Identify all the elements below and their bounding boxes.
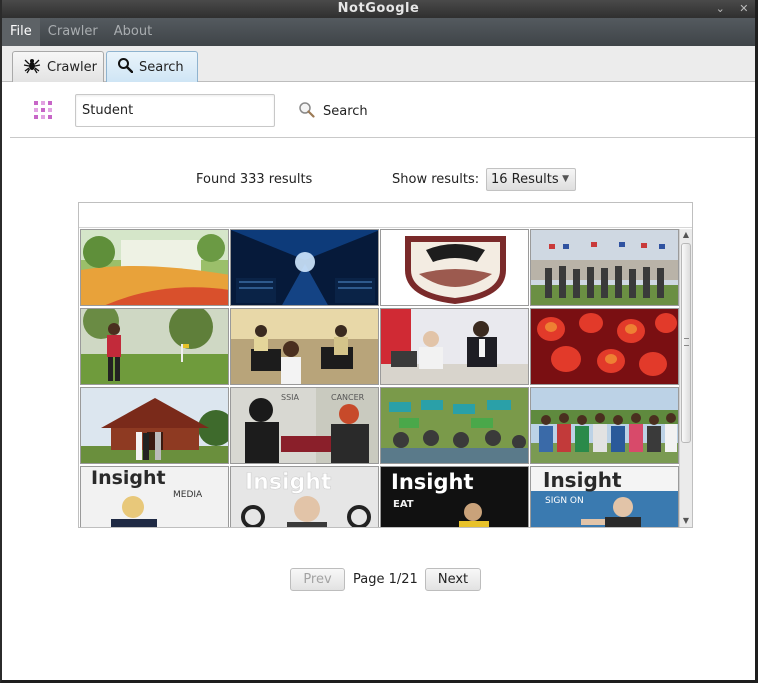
result-image-crowd-signs[interactable] [380,387,529,464]
scroll-down-icon[interactable]: ▼ [680,515,692,527]
result-image-men-laptop[interactable] [380,308,529,385]
window-title: NotGoogle [337,1,420,16]
tab-crawler-label: Crawler [47,59,97,75]
result-image-two-women-magazine[interactable]: SSIA CANCER [230,387,379,464]
result-image-crest-shield[interactable] [380,229,529,306]
chevron-down-icon: ▼ [562,174,569,184]
spider-icon [23,56,41,78]
tab-search-label: Search [139,59,184,75]
results-count: Found 333 results [196,172,313,187]
thumb-grip-icon [684,338,689,346]
insight-media-title: Insight [91,467,166,489]
show-results-label: Show results: [392,172,480,187]
insight-eat-title: Insight [391,470,473,494]
menu-bar: File Crawler About [2,18,755,46]
close-icon[interactable]: ✕ [739,0,749,18]
gallery-header [79,203,692,228]
menu-about[interactable]: About [106,18,160,46]
image-grid: SSIA CANCER Insight MEDIA Insight Insigh… [80,229,680,527]
search-button[interactable]: Search [298,100,368,122]
result-image-campus-lawn[interactable] [80,229,229,306]
app-window: NotGoogle ⌄ ✕ File Crawler About Crawler… [0,0,758,683]
result-image-woman-lawn[interactable] [80,308,229,385]
result-image-insight-media[interactable]: Insight MEDIA [80,466,229,527]
results-per-page-value: 16 Results [491,172,559,187]
search-button-label: Search [323,103,368,119]
result-image-insight-eat[interactable]: Insight EAT [380,466,529,527]
window-controls: ⌄ ✕ [716,0,749,18]
scroll-up-icon[interactable]: ▲ [680,229,692,241]
tab-crawler[interactable]: Crawler [12,51,104,82]
apps-grid-icon [34,101,52,119]
result-image-group-flags[interactable] [530,229,679,306]
search-icon [298,101,315,122]
title-bar: NotGoogle ⌄ ✕ [2,0,755,18]
result-image-insight-headphones[interactable]: Insight [230,466,379,527]
prev-button[interactable]: Prev [290,568,345,591]
result-image-group-outdoors[interactable] [530,387,679,464]
svg-text:SSIA: SSIA [281,393,300,402]
result-image-red-lanterns[interactable] [530,308,679,385]
insight-signon-subtitle: SIGN ON [545,496,584,506]
tab-strip: Crawler Search [2,46,755,82]
next-button[interactable]: Next [425,568,481,591]
page-indicator: Page 1/21 [353,572,418,587]
results-per-page-select[interactable]: 16 Results ▼ [486,168,576,191]
search-bar: Search [10,82,755,138]
result-image-server-room[interactable] [230,229,379,306]
magnifier-icon [117,57,134,77]
result-image-students-computers[interactable] [230,308,379,385]
result-image-wooden-house[interactable] [80,387,229,464]
results-gallery: SSIA CANCER Insight MEDIA Insight Insigh… [78,202,693,528]
insight-headphones-title: Insight [245,470,332,495]
search-input[interactable] [75,94,275,127]
svg-text:CANCER: CANCER [331,393,365,402]
insight-eat-subtitle: EAT [393,499,414,510]
gallery-scrollbar[interactable]: ▲ ▼ [679,229,692,527]
minimize-icon[interactable]: ⌄ [716,0,726,18]
insight-media-subtitle: MEDIA [173,490,203,500]
menu-crawler[interactable]: Crawler [40,18,106,46]
scrollbar-thumb[interactable] [681,243,691,443]
result-image-insight-signon[interactable]: Insight SIGN ON [530,466,679,527]
tab-search[interactable]: Search [106,51,198,82]
insight-signon-title: Insight [543,468,622,492]
menu-file[interactable]: File [2,18,40,46]
